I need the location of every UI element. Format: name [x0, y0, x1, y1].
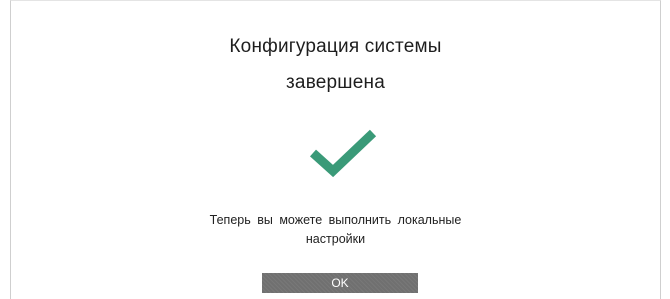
dialog-title-line-1: Конфигурация системы	[229, 36, 442, 57]
checkmark-icon	[309, 129, 377, 178]
configuration-complete-dialog: Конфигурация системы завершена Теперь вы…	[10, 0, 661, 299]
ok-button[interactable]: OK	[262, 273, 418, 293]
dialog-message-line-1: Теперь вы можете выполнить локальные	[209, 213, 462, 227]
dialog-title-line-2: завершена	[286, 72, 385, 93]
dialog-message-line-2: настройки	[305, 232, 366, 246]
